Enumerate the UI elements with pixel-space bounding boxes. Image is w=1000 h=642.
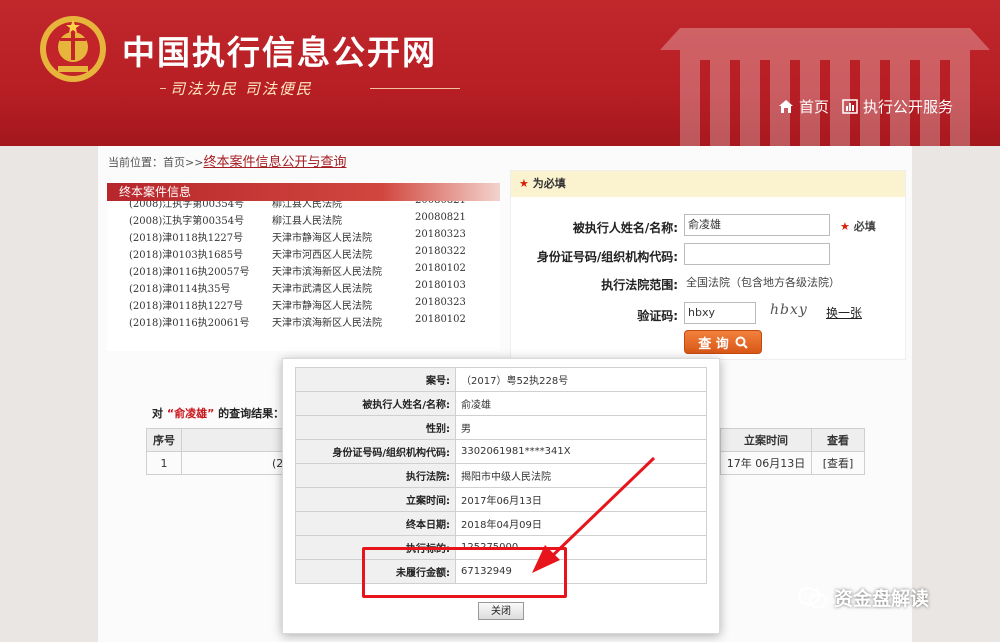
watermark-text: 资金盘解读 [834,588,930,610]
annotation-arrow-icon [532,456,656,573]
watermark: 资金盘解读 [798,584,929,611]
wechat-icon [798,586,827,608]
